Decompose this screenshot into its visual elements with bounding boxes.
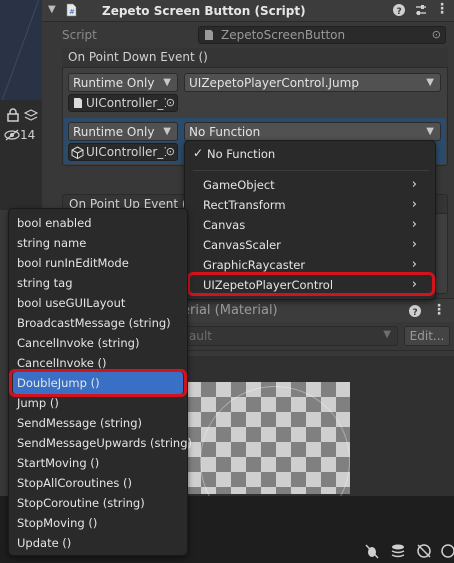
function-dropdown-2[interactable]: No Function ▼ xyxy=(184,122,441,141)
component-title: Zepeto Screen Button (Script) xyxy=(102,4,306,18)
method-item[interactable]: BroadcastMessage (string) xyxy=(17,313,171,333)
script-file-icon: # xyxy=(64,3,78,17)
menu-item-recttransform[interactable]: RectTransform › xyxy=(203,195,429,215)
menu-item-canvasscaler[interactable]: CanvasScaler › xyxy=(203,235,429,255)
gizmo-off-icon[interactable] xyxy=(416,543,432,559)
layers-icon[interactable] xyxy=(23,108,39,122)
method-item[interactable]: StopCoroutine (string) xyxy=(17,493,145,513)
annotation-highlight-doublejump xyxy=(9,369,187,397)
menu-item-label: Canvas xyxy=(203,218,246,232)
object-picker-icon[interactable]: ⊙ xyxy=(165,144,175,160)
object-value-2: UIController_1 xyxy=(86,145,171,159)
scene-view-strip xyxy=(0,0,42,100)
script-label: Script xyxy=(62,28,97,42)
chevron-down-icon: ▼ xyxy=(163,77,171,88)
svg-text:?: ? xyxy=(413,308,418,318)
chevron-down-icon: ▼ xyxy=(163,126,171,137)
chevron-right-icon: › xyxy=(411,217,417,232)
lock-icon[interactable] xyxy=(6,108,20,122)
script-field: ZepetoScreenButton ⊙ xyxy=(198,26,446,44)
hidden-count: 14 xyxy=(20,128,36,142)
object-field-1[interactable]: UIController_1 ⊙ xyxy=(68,94,178,112)
stack-icon[interactable] xyxy=(390,543,406,559)
bug-icon[interactable] xyxy=(364,543,380,559)
help-icon[interactable]: ? xyxy=(392,3,406,17)
hidden-eye-icon[interactable] xyxy=(4,128,20,142)
method-item[interactable]: SendMessage (string) xyxy=(17,413,142,433)
edit-button[interactable]: Edit... xyxy=(404,326,450,346)
menu-item-label: RectTransform xyxy=(203,198,286,212)
svg-text:?: ? xyxy=(397,7,402,17)
method-item[interactable]: bool useGUILayout xyxy=(17,293,125,313)
method-item[interactable]: StopAllCoroutines () xyxy=(17,473,132,493)
menu-item-label: CanvasScaler xyxy=(203,238,281,252)
shader-value: ault xyxy=(189,329,212,343)
down-event-header: On Point Down Event () xyxy=(62,48,448,68)
menu-item-label: GameObject xyxy=(203,178,275,192)
menu-divider xyxy=(193,170,429,171)
object-picker-icon[interactable]: ⊙ xyxy=(432,28,441,41)
method-item[interactable]: CancelInvoke (string) xyxy=(17,333,139,353)
annotation-highlight-uizepetoplayercontrol xyxy=(187,272,435,296)
material-title: erial (Material) xyxy=(182,303,278,318)
object-value-1: UIController_1 xyxy=(86,96,171,110)
method-item[interactable]: StopMoving () xyxy=(17,513,97,533)
function-dropdown-1[interactable]: UIZepetoPlayerControl.Jump ▼ xyxy=(184,73,441,92)
method-item[interactable]: bool runInEditMode xyxy=(17,253,129,273)
cube-icon xyxy=(71,146,84,160)
chevron-down-icon: ▼ xyxy=(426,126,434,137)
runtime-mode-dropdown-2[interactable]: Runtime Only ▼ xyxy=(68,122,178,141)
menu-item-label: GraphicRaycaster xyxy=(203,258,306,272)
shader-dropdown[interactable]: ault ▼ xyxy=(180,326,398,346)
function-value-2: No Function xyxy=(189,125,261,139)
context-menu-icon[interactable]: ⋮ xyxy=(432,302,446,318)
settings-icon[interactable] xyxy=(440,543,454,559)
context-menu-icon[interactable]: ⋮ xyxy=(435,1,449,17)
method-item[interactable]: string tag xyxy=(17,273,73,293)
chevron-down-icon: ▼ xyxy=(383,329,391,340)
runtime-mode-dropdown-1[interactable]: Runtime Only ▼ xyxy=(68,73,178,92)
runtime-mode-value-2: Runtime Only xyxy=(73,125,155,139)
help-icon[interactable]: ? xyxy=(408,304,422,318)
method-item[interactable]: StartMoving () xyxy=(17,453,99,473)
runtime-mode-value-1: Runtime Only xyxy=(73,76,155,90)
foldout-arrow-icon[interactable]: ▼ xyxy=(48,4,56,15)
gameobject-file-icon xyxy=(72,97,84,109)
method-item[interactable]: string name xyxy=(17,233,86,253)
chevron-down-icon: ▼ xyxy=(426,77,434,88)
presets-icon[interactable] xyxy=(414,3,428,17)
script-small-icon xyxy=(203,29,215,41)
script-value: ZepetoScreenButton xyxy=(221,28,346,42)
chevron-right-icon: › xyxy=(411,237,417,252)
function-value-1: UIZepetoPlayerControl.Jump xyxy=(189,76,359,90)
method-item[interactable]: Update () xyxy=(17,533,71,553)
method-item[interactable]: bool enabled xyxy=(17,213,92,233)
menu-item-gameobject[interactable]: GameObject › xyxy=(203,175,429,195)
component-header: ▼ # Zepeto Screen Button (Script) ? ⋮ xyxy=(42,0,454,22)
svg-text:#: # xyxy=(69,8,75,16)
chevron-right-icon: › xyxy=(411,177,417,192)
chevron-right-icon: › xyxy=(411,197,417,212)
method-item[interactable]: SendMessageUpwards (string) xyxy=(17,433,192,453)
object-field-2[interactable]: UIController_1 ⊙ xyxy=(68,143,178,161)
menu-item-canvas[interactable]: Canvas › xyxy=(203,215,429,235)
object-picker-icon[interactable]: ⊙ xyxy=(165,95,175,111)
menu-item-no-function[interactable]: No Function xyxy=(207,144,275,164)
checkmark-icon: ✓ xyxy=(193,146,204,160)
down-event-title: On Point Down Event () xyxy=(68,50,208,64)
